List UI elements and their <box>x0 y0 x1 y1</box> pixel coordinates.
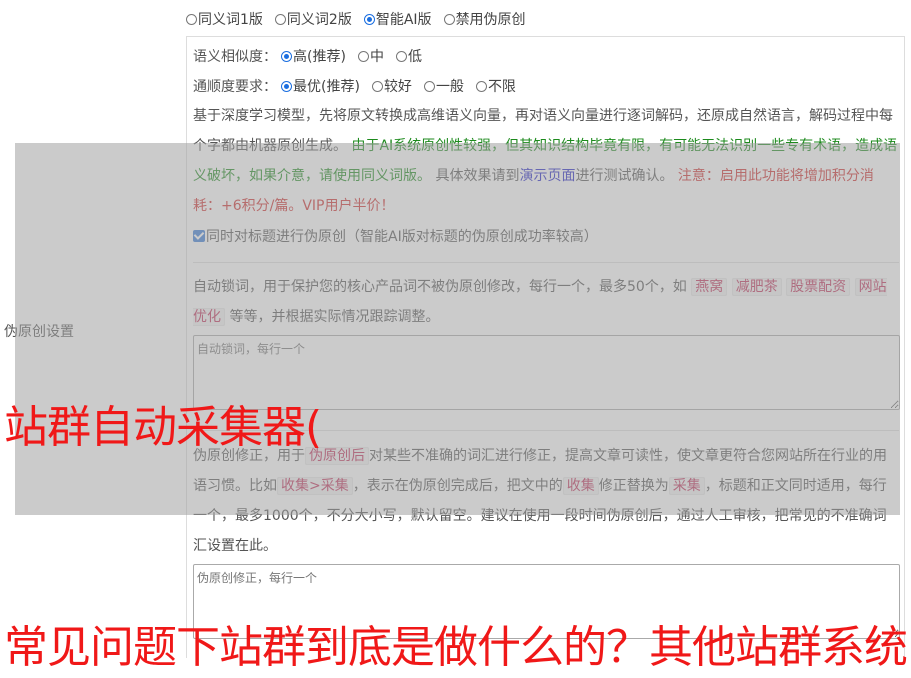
fluency-option-normal[interactable]: 一般 <box>423 76 464 96</box>
divider <box>193 262 899 263</box>
example-tag: 股票配资 <box>786 278 851 296</box>
similarity-option-mid[interactable]: 中 <box>357 46 384 66</box>
corrections-text: 修正替换为 <box>598 478 669 494</box>
section-label: 伪原创设置 <box>4 324 74 340</box>
radio-icon[interactable] <box>357 50 369 62</box>
radio-icon[interactable] <box>443 13 455 25</box>
mode-option-ai[interactable]: 智能AI版 <box>363 9 432 29</box>
radio-icon[interactable] <box>371 80 383 92</box>
mode-option-synonym-2[interactable]: 同义词2版 <box>274 9 352 29</box>
similarity-row: 语义相似度： 高(推荐) 中 低 <box>193 46 434 66</box>
demo-page-link[interactable]: 演示页面 <box>519 168 575 184</box>
fluency-row: 通顺度要求： 最优(推荐) 较好 一般 不限 <box>193 76 528 96</box>
lock-words-desc-before: 自动锁词，用于保护您的核心产品词不被伪原创修改，每行一个，最多50个，如 <box>193 279 687 295</box>
similarity-option-high[interactable]: 高(推荐) <box>281 46 346 66</box>
mode-radio-group: 同义词1版 同义词2版 智能AI版 禁用伪原创 <box>186 9 538 29</box>
corrections-text: ，表示在伪原创完成后，把文中的 <box>352 478 563 494</box>
radio-selected-icon[interactable] <box>281 50 292 62</box>
radio-selected-icon[interactable] <box>281 80 292 92</box>
corrections-description: 伪原创修正，用于 伪原创后 对某些不准确的词汇进行修正，提高文章可读性，使文章更符合… <box>193 441 899 561</box>
example-tag: 采集 <box>668 477 705 495</box>
similarity-option-low[interactable]: 低 <box>395 46 422 66</box>
ai-description: 基于深度学习模型，先将原文转换成高维语义向量，再对语义向量进行逐词解码，还原成自… <box>193 101 899 221</box>
example-tag: 收集 <box>562 477 599 495</box>
mode-option-synonym-1[interactable]: 同义词1版 <box>186 9 263 29</box>
watermark-text-1: 站群自动采集器( <box>4 402 322 453</box>
fluency-option-good[interactable]: 较好 <box>371 76 412 96</box>
similarity-label: 语义相似度： <box>193 49 277 65</box>
example-tag: 减肥茶 <box>731 278 782 296</box>
fluency-option-any[interactable]: 不限 <box>475 76 516 96</box>
mode-option-disable[interactable]: 禁用伪原创 <box>443 9 526 29</box>
lock-words-desc-after: 等等，并根据实际情况跟踪调整。 <box>229 309 440 325</box>
fluency-label: 通顺度要求： <box>193 79 277 95</box>
fluency-option-best[interactable]: 最优(推荐) <box>281 76 360 96</box>
radio-selected-icon[interactable] <box>363 13 375 25</box>
radio-icon[interactable] <box>274 13 286 25</box>
ai-settings-panel: 语义相似度： 高(推荐) 中 低 通顺度要求： 最优(推荐) 较好 一般 不限 … <box>186 36 905 658</box>
radio-icon[interactable] <box>423 80 435 92</box>
radio-icon[interactable] <box>186 13 197 25</box>
radio-icon[interactable] <box>395 50 407 62</box>
title-checkbox-row[interactable]: 同时对标题进行伪原创（智能AI版对标题的伪原创成功率较高） <box>193 226 598 246</box>
test-prefix: 具体效果请到 <box>435 168 520 184</box>
test-suffix: 进行测试确认。 <box>575 168 674 184</box>
watermark-text-2: 常见问题下站群到底是做什么的？其他站群系统 <box>4 622 908 673</box>
example-tag: 收集>采集 <box>277 477 353 495</box>
lock-words-description: 自动锁词，用于保护您的核心产品词不被伪原创修改，每行一个，最多50个，如 燕窝 … <box>193 272 899 332</box>
example-tag: 燕窝 <box>691 278 728 296</box>
checkbox-checked-icon[interactable] <box>193 230 205 242</box>
title-checkbox-label: 同时对标题进行伪原创（智能AI版对标题的伪原创成功率较高） <box>206 229 598 245</box>
radio-icon[interactable] <box>475 80 487 92</box>
